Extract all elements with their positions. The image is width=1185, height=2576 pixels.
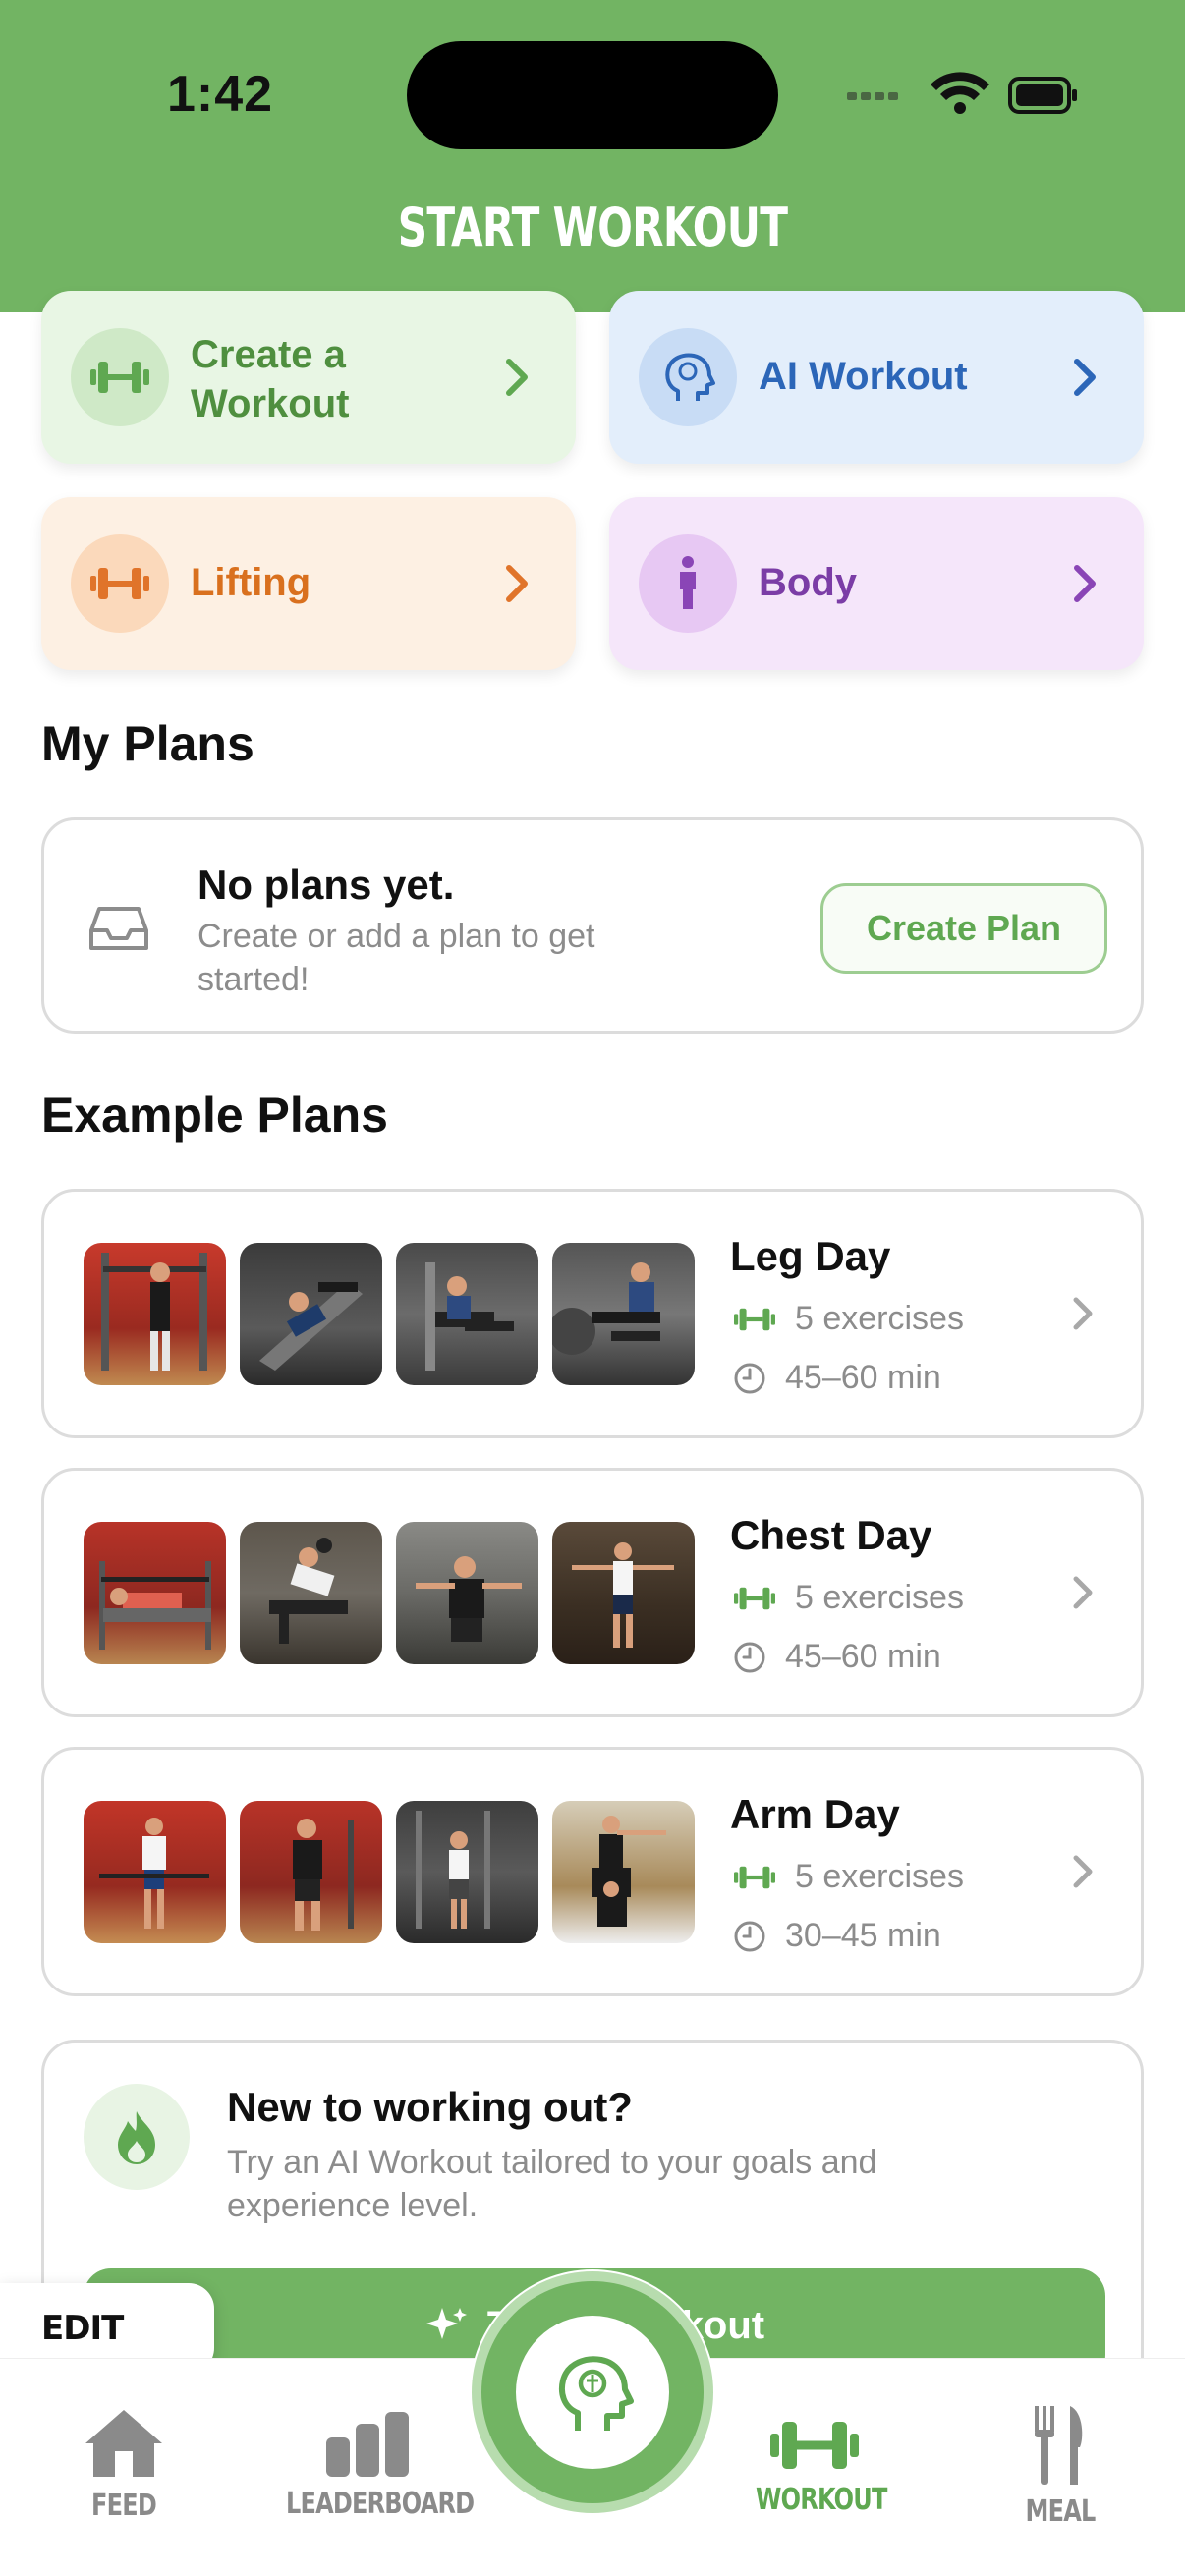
exercise-thumbnail: [552, 1801, 695, 1943]
duration-text: 45–60 min: [785, 1638, 941, 1675]
plan-duration: 30–45 min: [732, 1917, 941, 1955]
page-title: START WORKOUT: [397, 196, 788, 258]
person-icon: [639, 534, 737, 633]
duration-text: 30–45 min: [785, 1917, 941, 1954]
home-icon: [85, 2410, 162, 2477]
exercise-thumbnail: [84, 1243, 226, 1385]
exercise-thumbnail: [84, 1801, 226, 1943]
exercise-thumbnail: [240, 1801, 382, 1943]
no-plans-title: No plans yet.: [198, 862, 455, 908]
create-workout-card[interactable]: Create a Workout: [41, 291, 576, 464]
status-icons: [847, 72, 1077, 114]
exercise-thumbnails: [84, 1801, 695, 1943]
tab-ai-center[interactable]: [470, 2269, 715, 2515]
no-plans-subtitle: Create or add a plan to get started!: [198, 918, 595, 998]
ai-brain-icon: [639, 328, 737, 426]
chevron-right-icon: [1073, 1576, 1093, 1609]
plan-exercises: 5 exercises: [732, 1579, 964, 1617]
dumbbell-icon: [734, 1308, 775, 1330]
promo-title: New to working out?: [227, 2084, 633, 2130]
exercise-thumbnail: [84, 1522, 226, 1664]
exercise-thumbnails: [84, 1243, 695, 1385]
dumbbell-icon: [71, 328, 169, 426]
example-plans-heading: Example Plans: [41, 1088, 388, 1143]
ai-brain-icon: [516, 2316, 669, 2469]
flame-icon: [84, 2084, 190, 2190]
clock-icon: [734, 1642, 765, 1672]
dumbbell-icon: [734, 1587, 775, 1609]
chevron-right-icon: [506, 359, 528, 396]
tab-feed[interactable]: FEED: [63, 2406, 185, 2523]
tab-label: LEADERBOARD: [286, 2487, 475, 2521]
plan-name: Arm Day: [730, 1791, 900, 1837]
ai-workout-card[interactable]: AI Workout: [609, 291, 1144, 464]
exercise-thumbnail: [396, 1243, 538, 1385]
tab-meal[interactable]: MEAL: [1006, 2404, 1114, 2529]
dumbbell-icon: [71, 534, 169, 633]
clock-icon: [734, 1921, 765, 1951]
plan-card-arm-day[interactable]: Arm Day 5 exercises 30–45 min: [41, 1747, 1144, 1996]
leaderboard-icon: [326, 2412, 409, 2477]
tray-icon: [89, 907, 148, 950]
tab-label: WORKOUT: [756, 2483, 887, 2517]
chevron-right-icon: [1073, 1855, 1093, 1888]
plan-name: Chest Day: [730, 1512, 932, 1558]
exercise-thumbnail: [240, 1243, 382, 1385]
create-plan-button[interactable]: Create Plan: [820, 883, 1107, 974]
no-plans-card: No plans yet. Create or add a plan to ge…: [41, 817, 1144, 1034]
plan-card-leg-day[interactable]: Leg Day 5 exercises 45–60 min: [41, 1189, 1144, 1438]
body-card[interactable]: Body: [609, 497, 1144, 670]
exercise-count: 5 exercises: [795, 1858, 964, 1895]
plan-exercises: 5 exercises: [732, 1300, 964, 1338]
tab-workout[interactable]: WORKOUT: [741, 2416, 888, 2517]
wifi-icon: [931, 72, 989, 114]
exercise-thumbnail: [396, 1801, 538, 1943]
dumbbell-icon: [770, 2422, 859, 2469]
sparkle-icon: [425, 2308, 467, 2339]
body-label: Body: [759, 561, 857, 604]
my-plans-heading: My Plans: [41, 716, 254, 771]
chevron-right-icon: [1074, 359, 1096, 396]
exercise-thumbnails: [84, 1522, 695, 1664]
dumbbell-icon: [734, 1866, 775, 1888]
dynamic-island: [407, 41, 778, 149]
exercise-thumbnail: [552, 1243, 695, 1385]
battery-icon: [1008, 77, 1077, 114]
plan-duration: 45–60 min: [732, 1638, 941, 1676]
create-workout-label: Create a Workout: [191, 333, 350, 425]
exercise-count: 5 exercises: [795, 1579, 964, 1616]
ai-workout-label: AI Workout: [759, 355, 968, 398]
plan-card-chest-day[interactable]: Chest Day 5 exercises 45–60 min: [41, 1468, 1144, 1717]
tab-label: MEAL: [1025, 2494, 1097, 2529]
promo-subtitle: Try an AI Workout tailored to your goals…: [227, 2144, 877, 2224]
tab-label: FEED: [91, 2489, 157, 2523]
exercise-thumbnail: [396, 1522, 538, 1664]
chevron-right-icon: [1073, 1297, 1093, 1330]
plan-duration: 45–60 min: [732, 1359, 941, 1397]
exercise-thumbnail: [240, 1522, 382, 1664]
exercise-count: 5 exercises: [795, 1300, 964, 1337]
chevron-right-icon: [506, 565, 528, 602]
status-time: 1:42: [167, 66, 274, 123]
chevron-right-icon: [1074, 565, 1096, 602]
plan-exercises: 5 exercises: [732, 1858, 964, 1896]
signal-icon: [847, 92, 898, 100]
tab-leaderboard[interactable]: LEADERBOARD: [265, 2410, 475, 2521]
header-bar: 1:42 START WORKOUT: [0, 0, 1185, 312]
clock-icon: [734, 1363, 765, 1393]
center-ring: [481, 2281, 704, 2503]
lifting-card[interactable]: Lifting: [41, 497, 576, 670]
exercise-thumbnail: [552, 1522, 695, 1664]
plan-name: Leg Day: [730, 1233, 891, 1279]
lifting-label: Lifting: [191, 561, 311, 604]
fork-knife-icon: [1035, 2406, 1083, 2485]
duration-text: 45–60 min: [785, 1359, 941, 1396]
